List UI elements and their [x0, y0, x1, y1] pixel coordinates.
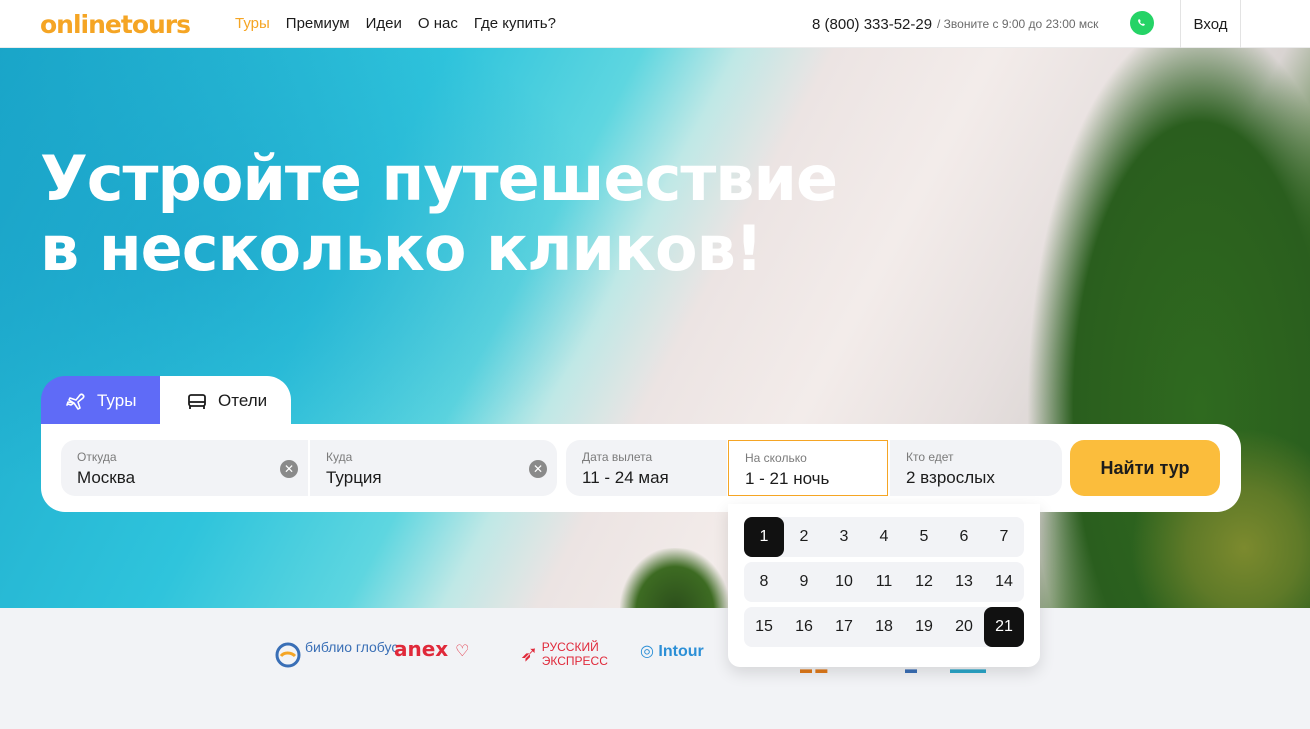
date-label: Дата вылета	[582, 450, 653, 464]
phone-hours: / Звоните с 9:00 до 23:00 мск	[937, 17, 1099, 31]
night-option[interactable]: 21	[984, 607, 1024, 647]
partners-strip	[0, 608, 1310, 729]
from-value: Москва	[77, 468, 136, 487]
headline-line-1: Устройте путешествие	[40, 142, 838, 215]
site-header: onlinetours Туры Премиум Идеи О нас Где …	[0, 0, 1310, 48]
hero-banner: Устройте путешествие в несколько кликов!	[0, 48, 1310, 608]
biblio-globus-logo[interactable]: библио глобус	[275, 639, 399, 668]
arrow-icon: ➶	[520, 641, 539, 666]
nav-item-premium[interactable]: Премиум	[286, 15, 350, 32]
nights-row: 8 9 10 11 12 13 14	[744, 562, 1024, 602]
intourist-text: Intour	[658, 643, 704, 660]
travelers-value: 2 взрослых	[906, 468, 995, 487]
night-option[interactable]: 19	[904, 607, 944, 647]
plane-icon	[66, 393, 85, 410]
night-option[interactable]: 10	[824, 562, 864, 602]
date-value: 11 - 24 мая	[582, 468, 669, 487]
date-field[interactable]: Дата вылета 11 - 24 мая	[566, 440, 727, 496]
night-option[interactable]: 17	[824, 607, 864, 647]
night-option[interactable]: 11	[864, 562, 904, 602]
nights-row: 15 16 17 18 19 20 21	[744, 607, 1024, 647]
nav-item-where-to-buy[interactable]: Где купить?	[474, 15, 556, 32]
headline-line-2: в несколько кликов!	[40, 212, 763, 285]
night-option[interactable]: 12	[904, 562, 944, 602]
to-field[interactable]: Куда Турция ✕	[310, 440, 557, 496]
night-option[interactable]: 4	[864, 517, 904, 557]
biblio-globus-text: библио глобус	[305, 639, 399, 655]
logo[interactable]: onlinetours	[40, 10, 191, 39]
night-option[interactable]: 3	[824, 517, 864, 557]
night-option[interactable]: 13	[944, 562, 984, 602]
bed-icon	[188, 394, 206, 409]
night-option[interactable]: 1	[744, 517, 784, 557]
nights-label: На сколько	[745, 451, 807, 465]
nav-item-about[interactable]: О нас	[418, 15, 458, 32]
to-label: Куда	[326, 450, 353, 464]
anex-logo[interactable]: anex ♡	[394, 639, 470, 660]
whatsapp-icon[interactable]	[1130, 11, 1154, 35]
to-value: Турция	[326, 468, 382, 487]
tab-hotels-label: Отели	[218, 391, 268, 410]
nav-item-tours[interactable]: Туры	[235, 15, 270, 32]
hero-headline: Устройте путешествие в несколько кликов!	[40, 142, 838, 285]
heart-icon: ♡	[455, 641, 470, 660]
phone-number[interactable]: 8 (800) 333-52-29	[812, 16, 932, 33]
night-option[interactable]: 18	[864, 607, 904, 647]
anex-text: anex	[394, 637, 449, 661]
find-tour-button[interactable]: Найти тур	[1070, 440, 1220, 496]
night-option[interactable]: 15	[744, 607, 784, 647]
travelers-field[interactable]: Кто едет 2 взрослых	[890, 440, 1062, 496]
intourist-logo[interactable]: ◎ Intour	[640, 643, 704, 660]
nights-field[interactable]: На сколько 1 - 21 ночь	[728, 440, 888, 496]
tab-hotels[interactable]: Отели	[160, 376, 291, 426]
night-option[interactable]: 8	[744, 562, 784, 602]
login-button[interactable]: Вход	[1180, 0, 1241, 48]
night-option[interactable]: 2	[784, 517, 824, 557]
russian-express-text: РУССКИЙ ЭКСПРЕСС	[541, 640, 608, 668]
tab-tours[interactable]: Туры	[41, 376, 160, 426]
night-option[interactable]: 20	[944, 607, 984, 647]
night-option[interactable]: 9	[784, 562, 824, 602]
nights-picker: 1 2 3 4 5 6 7 8 9 10 11 12 13 14 15 16 1…	[728, 504, 1040, 667]
nights-row: 1 2 3 4 5 6 7	[744, 517, 1024, 557]
hero-shade	[0, 48, 1310, 608]
main-nav: Туры Премиум Идеи О нас Где купить?	[235, 15, 556, 32]
nights-value: 1 - 21 ночь	[745, 469, 830, 488]
tab-tours-label: Туры	[97, 391, 137, 410]
night-option[interactable]: 5	[904, 517, 944, 557]
night-option[interactable]: 14	[984, 562, 1024, 602]
night-option[interactable]: 7	[984, 517, 1024, 557]
nav-item-ideas[interactable]: Идеи	[366, 15, 402, 32]
night-option[interactable]: 6	[944, 517, 984, 557]
from-label: Откуда	[77, 450, 117, 464]
travelers-label: Кто едет	[906, 450, 954, 464]
night-option[interactable]: 16	[784, 607, 824, 647]
globe-icon: ◎	[640, 643, 654, 660]
clear-to-icon[interactable]: ✕	[529, 460, 547, 478]
from-field[interactable]: Откуда Москва ✕	[61, 440, 308, 496]
russian-express-logo[interactable]: ➶ РУССКИЙ ЭКСПРЕСС	[520, 640, 622, 668]
search-form: Откуда Москва ✕ Куда Турция ✕ Дата вылет…	[41, 424, 1241, 512]
clear-from-icon[interactable]: ✕	[280, 460, 298, 478]
